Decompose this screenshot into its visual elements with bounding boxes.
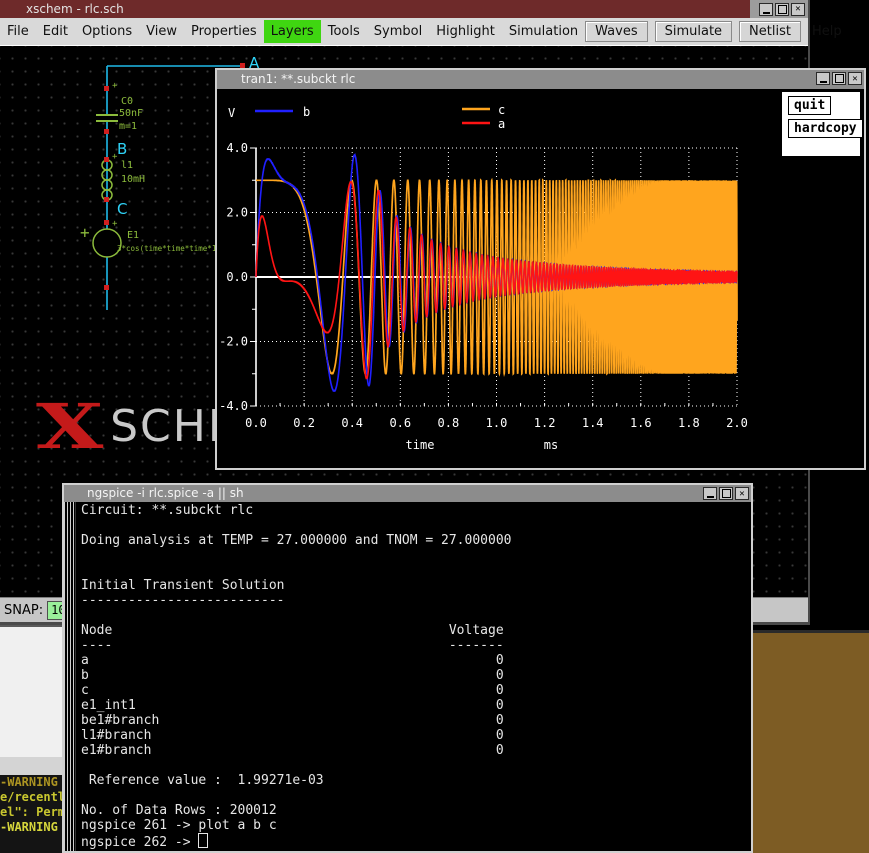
x-axis-label: time	[406, 438, 435, 452]
menu-file[interactable]: File	[0, 20, 36, 43]
ngspice-terminal-window: ngspice -i rlc.spice -a || sh ✕ Circuit:…	[62, 483, 753, 853]
menu-options[interactable]: Options	[75, 20, 139, 43]
ind-ref-label: l1	[121, 160, 133, 171]
terminal-output: Circuit: **.subckt rlc Doing analysis at…	[81, 503, 511, 833]
x-tick-label: 0.6	[389, 416, 411, 430]
minimize-icon[interactable]	[703, 487, 717, 500]
svg-text:+: +	[112, 81, 118, 91]
y-axis-unit: V	[228, 106, 235, 120]
menu-symbol[interactable]: Symbol	[367, 20, 429, 43]
xschem-window-title: xschem - rlc.sch	[26, 2, 124, 16]
legend-label-b: b	[303, 105, 310, 119]
snap-label: SNAP:	[4, 603, 43, 618]
y-tick-label: -2.0	[219, 335, 248, 349]
console-warning-line: -WARNING	[0, 820, 62, 835]
console-warning-line: e/recently	[0, 790, 62, 805]
desktop-brown-panel	[750, 630, 869, 853]
waves-button[interactable]: Waves	[585, 21, 647, 42]
capacitor-symbol[interactable]	[96, 115, 118, 121]
terminal-titlebar[interactable]: ngspice -i rlc.spice -a || sh ✕	[64, 485, 751, 502]
y-tick-label: 0.0	[226, 270, 248, 284]
menu-layers[interactable]: Layers	[264, 20, 321, 43]
maximize-icon[interactable]	[719, 487, 733, 500]
plot-window-title: tran1: **.subckt rlc	[241, 72, 355, 86]
background-white-window	[0, 625, 62, 757]
net-label-c[interactable]: C	[117, 200, 127, 218]
x-tick-label: 2.0	[726, 416, 748, 430]
net-label-b[interactable]: B	[117, 140, 127, 158]
close-icon[interactable]: ✕	[848, 72, 862, 85]
x-tick-label: 1.6	[630, 416, 652, 430]
cap-mult-label: m=1	[119, 121, 137, 132]
cap-ref-label: C0	[121, 96, 133, 107]
xschem-window-controls: ✕	[750, 0, 808, 18]
background-console-window: -WARNING e/recently el": Perm -WARNING	[0, 775, 62, 853]
terminal-content: Circuit: **.subckt rlc Doing analysis at…	[64, 502, 751, 851]
toolbar-right: Waves Simulate Netlist Help	[585, 21, 855, 42]
y-tick-label: -4.0	[219, 399, 248, 413]
simulate-button[interactable]: Simulate	[655, 21, 732, 42]
menu-edit[interactable]: Edit	[36, 20, 75, 43]
hardcopy-button[interactable]: hardcopy	[788, 119, 863, 138]
terminal-window-title: ngspice -i rlc.spice -a || sh	[87, 486, 244, 500]
x-tick-label: 0.4	[341, 416, 363, 430]
waveform-plot: 0.0 0.2 0.4 0.6 0.8 1.0 1.2 1.4 1.6 1.8 2.0 4.0 2.0 0…	[217, 89, 864, 468]
menu-view[interactable]: View	[139, 20, 184, 43]
plot-button-panel: quit hardcopy	[781, 91, 861, 157]
x-axis-unit: ms	[544, 438, 558, 452]
y-tick-label: 4.0	[226, 141, 248, 155]
plot-area: 0.0 0.2 0.4 0.6 0.8 1.0 1.2 1.4 1.6 1.8 2.0 4.0 2.0 0…	[217, 89, 864, 468]
close-icon[interactable]: ✕	[791, 3, 805, 16]
plot-titlebar[interactable]: tran1: **.subckt rlc ✕	[217, 70, 864, 89]
help-menu[interactable]: Help	[808, 22, 846, 41]
x-tick-label: 1.0	[486, 416, 508, 430]
plot-window-controls: ✕	[816, 72, 862, 85]
x-tick-label: 0.0	[245, 416, 267, 430]
logo-x-glyph: X	[36, 398, 103, 456]
legend-label-c: c	[498, 103, 505, 117]
console-warning-line: el": Perm	[0, 805, 62, 820]
close-icon[interactable]: ✕	[735, 487, 749, 500]
maximize-icon[interactable]	[832, 72, 846, 85]
plot-window: tran1: **.subckt rlc ✕ 0.0 0.2 0.4 0.6 0.8 1.…	[215, 68, 866, 470]
src-ref-label: E1	[127, 230, 139, 241]
plus-sign: +	[80, 223, 90, 242]
terminal-prompt-line[interactable]: ngspice 262 ->	[81, 833, 208, 850]
terminal-prompt: ngspice 262 ->	[81, 835, 198, 850]
netlist-button[interactable]: Netlist	[739, 21, 801, 42]
minimize-icon[interactable]	[759, 3, 773, 16]
x-tick-label: 1.2	[534, 416, 556, 430]
legend-label-a: a	[498, 117, 505, 131]
minimize-icon[interactable]	[816, 72, 830, 85]
x-tick-label: 1.8	[678, 416, 700, 430]
xschem-menubar: File Edit Options View Properties Layers…	[0, 18, 808, 46]
terminal-cursor	[198, 833, 208, 848]
xschem-titlebar[interactable]: xschem - rlc.sch ✕	[0, 0, 808, 18]
cap-value-label: 50nF	[119, 108, 143, 119]
maximize-icon[interactable]	[775, 3, 789, 16]
quit-button[interactable]: quit	[788, 96, 831, 115]
terminal-window-controls: ✕	[703, 487, 749, 500]
menu-simulation[interactable]: Simulation	[502, 20, 585, 43]
y-tick-label: 2.0	[226, 206, 248, 220]
desktop: { "xschem": { "title": "xschem - rlc.sch…	[0, 0, 869, 853]
menu-highlight[interactable]: Highlight	[429, 20, 502, 43]
menu-tools[interactable]: Tools	[321, 20, 367, 43]
background-gray-strip	[0, 757, 62, 775]
svg-text:+: +	[112, 219, 118, 229]
x-tick-label: 0.8	[438, 416, 460, 430]
terminal-scrollbar[interactable]	[64, 502, 76, 851]
x-tick-label: 0.2	[293, 416, 315, 430]
x-tick-label: 1.4	[582, 416, 604, 430]
ind-value-label: 10mH	[121, 174, 145, 185]
console-warning-line: -WARNING	[0, 775, 62, 790]
menu-properties[interactable]: Properties	[184, 20, 264, 43]
